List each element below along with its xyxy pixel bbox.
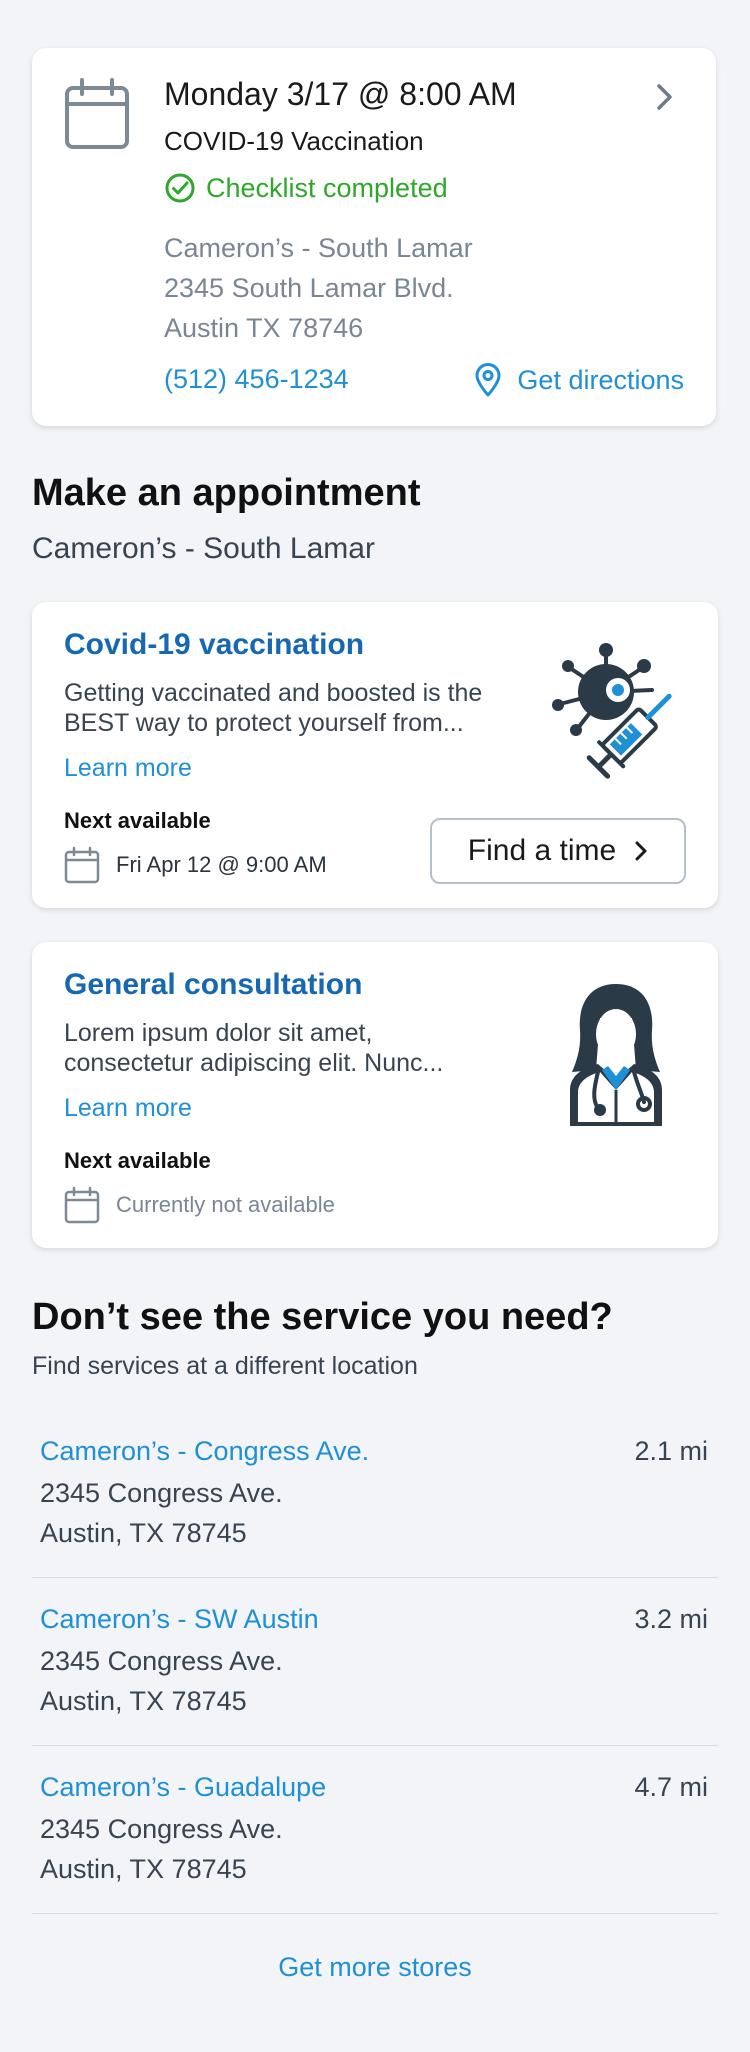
other-locations-subtitle: Find services at a different location — [32, 1352, 418, 1380]
other-locations-title: Don’t see the service you need? — [32, 1296, 613, 1338]
check-circle-icon — [165, 173, 195, 203]
find-a-time-label: Find a time — [467, 834, 617, 867]
calendar-icon — [65, 78, 129, 149]
location-city: Austin, TX 78745 — [40, 1518, 247, 1548]
appointment-address: Cameron’s - South Lamar 2345 South Lamar… — [164, 228, 473, 348]
list-item[interactable]: Cameron’s - SW Austin 2345 Congress Ave.… — [32, 1578, 718, 1746]
address-store: Cameron’s - South Lamar — [164, 233, 473, 263]
location-name-link[interactable]: Cameron’s - Guadalupe — [40, 1772, 710, 1803]
make-appointment-title: Make an appointment — [32, 472, 421, 514]
calendar-icon — [64, 1186, 100, 1224]
checklist-status-label: Checklist completed — [206, 172, 448, 203]
appointment-service: COVID-19 Vaccination — [164, 126, 424, 156]
learn-more-link[interactable]: Learn more — [64, 754, 192, 783]
calendar-icon — [64, 846, 100, 884]
page: Monday 3/17 @ 8:00 AM COVID-19 Vaccinati… — [0, 0, 750, 2052]
service-description-line: BEST way to protect yourself from... — [64, 709, 464, 737]
find-a-time-button[interactable]: Find a time — [430, 818, 686, 884]
location-street: 2345 Congress Ave. — [40, 1646, 283, 1676]
location-city: Austin, TX 78745 — [40, 1854, 247, 1884]
service-title: General consultation — [64, 968, 363, 1001]
appointment-date-time: Monday 3/17 @ 8:00 AM — [164, 76, 517, 112]
service-card-covid: Covid-19 vaccination Getting vaccinated … — [32, 602, 718, 908]
next-available-label: Next available — [64, 1148, 211, 1173]
location-list: Cameron’s - Congress Ave. 2345 Congress … — [32, 1410, 718, 1914]
learn-more-link[interactable]: Learn more — [64, 1094, 192, 1123]
chevron-right-icon[interactable] — [654, 82, 676, 112]
phone-link[interactable]: (512) 456-1234 — [164, 364, 349, 395]
location-name-link[interactable]: Cameron’s - SW Austin — [40, 1604, 710, 1635]
next-available-value: Fri Apr 12 @ 9:00 AM — [116, 852, 327, 877]
list-item[interactable]: Cameron’s - Congress Ave. 2345 Congress … — [32, 1410, 718, 1578]
location-city: Austin, TX 78745 — [40, 1686, 247, 1716]
service-description-line: Getting vaccinated and boosted is the — [64, 679, 483, 707]
location-pin-icon — [475, 363, 501, 397]
location-distance: 4.7 mi — [634, 1772, 708, 1802]
location-distance: 2.1 mi — [634, 1436, 708, 1466]
get-directions-link[interactable]: Get directions — [473, 362, 684, 398]
location-street: 2345 Congress Ave. — [40, 1478, 283, 1508]
virus-syringe-icon — [552, 643, 672, 779]
service-title: Covid-19 vaccination — [64, 628, 365, 661]
next-available-value: Currently not available — [116, 1192, 335, 1217]
location-distance: 3.2 mi — [634, 1604, 708, 1634]
checklist-status: Checklist completed — [164, 172, 448, 204]
location-name-link[interactable]: Cameron’s - Congress Ave. — [40, 1436, 710, 1467]
list-item[interactable]: Cameron’s - Guadalupe 2345 Congress Ave.… — [32, 1746, 718, 1914]
next-available-slot: Fri Apr 12 @ 9:00 AM — [64, 846, 327, 884]
chevron-right-icon — [635, 841, 647, 861]
next-available-slot: Currently not available — [64, 1186, 335, 1224]
get-more-stores-link[interactable]: Get more stores — [0, 1952, 750, 1983]
address-city: Austin TX 78746 — [164, 313, 364, 343]
service-description-line: consectetur adipiscing elit. Nunc... — [64, 1049, 444, 1077]
address-street: 2345 South Lamar Blvd. — [164, 273, 454, 303]
service-card-consultation: General consultation Lorem ipsum dolor s… — [32, 942, 718, 1248]
appointment-card[interactable]: Monday 3/17 @ 8:00 AM COVID-19 Vaccinati… — [32, 48, 716, 426]
location-street: 2345 Congress Ave. — [40, 1814, 283, 1844]
service-description-line: Lorem ipsum dolor sit amet, — [64, 1019, 373, 1047]
service-description: Lorem ipsum dolor sit amet, consectetur … — [64, 1018, 534, 1078]
get-directions-label: Get directions — [517, 364, 684, 395]
service-description: Getting vaccinated and boosted is the BE… — [64, 678, 534, 738]
make-appointment-location: Cameron’s - South Lamar — [32, 532, 375, 565]
doctor-icon — [570, 984, 662, 1126]
next-available-label: Next available — [64, 808, 211, 833]
